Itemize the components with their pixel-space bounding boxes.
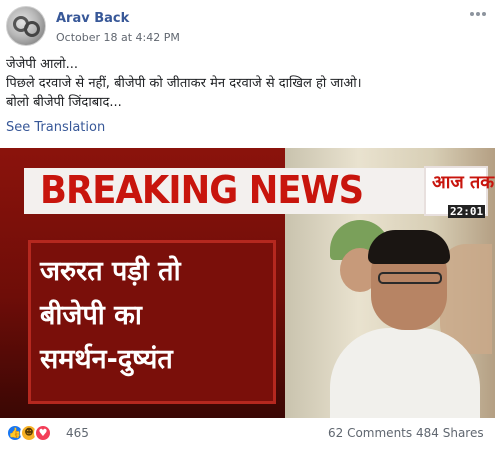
love-icon: ♥ — [34, 424, 52, 442]
author-name[interactable]: Arav Back — [56, 11, 129, 26]
author-avatar[interactable] — [6, 6, 46, 46]
person-body — [330, 328, 480, 418]
post-text-line: पिछले दरवाजे से नहीं, बीजेपी को जीताकर म… — [6, 76, 362, 91]
reaction-count[interactable]: 465 — [66, 426, 89, 440]
headline-line: बीजेपी का — [40, 300, 142, 331]
headline-line: जरुरत पड़ी तो — [40, 256, 181, 287]
headline-line: समर्थन-दुष्यंत — [40, 344, 173, 375]
person-hair — [368, 230, 450, 264]
news-clock: 22:01 — [448, 205, 486, 218]
post-text: जेजेपी आलो... पिछले दरवाजे से नहीं, बीजे… — [6, 55, 486, 112]
shares-count[interactable]: 484 Shares — [416, 426, 484, 440]
ellipsis-icon[interactable] — [470, 12, 486, 18]
news-headline: जरुरत पड़ी तो बीजेपी का समर्थन-दुष्यंत — [40, 250, 270, 382]
avatar-ring — [24, 21, 40, 37]
facebook-post: Arav Back October 18 at 4:42 PM जेजेपी आ… — [0, 0, 495, 452]
post-text-line: जेजेपी आलो... — [6, 57, 79, 72]
person-glasses — [378, 272, 442, 284]
channel-logo-text: आज तक — [432, 172, 495, 193]
post-text-line: बोलो बीजेपी जिंदाबाद... — [6, 95, 122, 110]
breaking-news-text: BREAKING NEWS — [40, 168, 364, 212]
reaction-icons[interactable]: 👍 ☻ ♥ — [6, 424, 62, 444]
comments-count[interactable]: 62 Comments — [328, 426, 412, 440]
see-translation-link[interactable]: See Translation — [6, 120, 105, 135]
post-timestamp[interactable]: October 18 at 4:42 PM — [56, 31, 180, 44]
